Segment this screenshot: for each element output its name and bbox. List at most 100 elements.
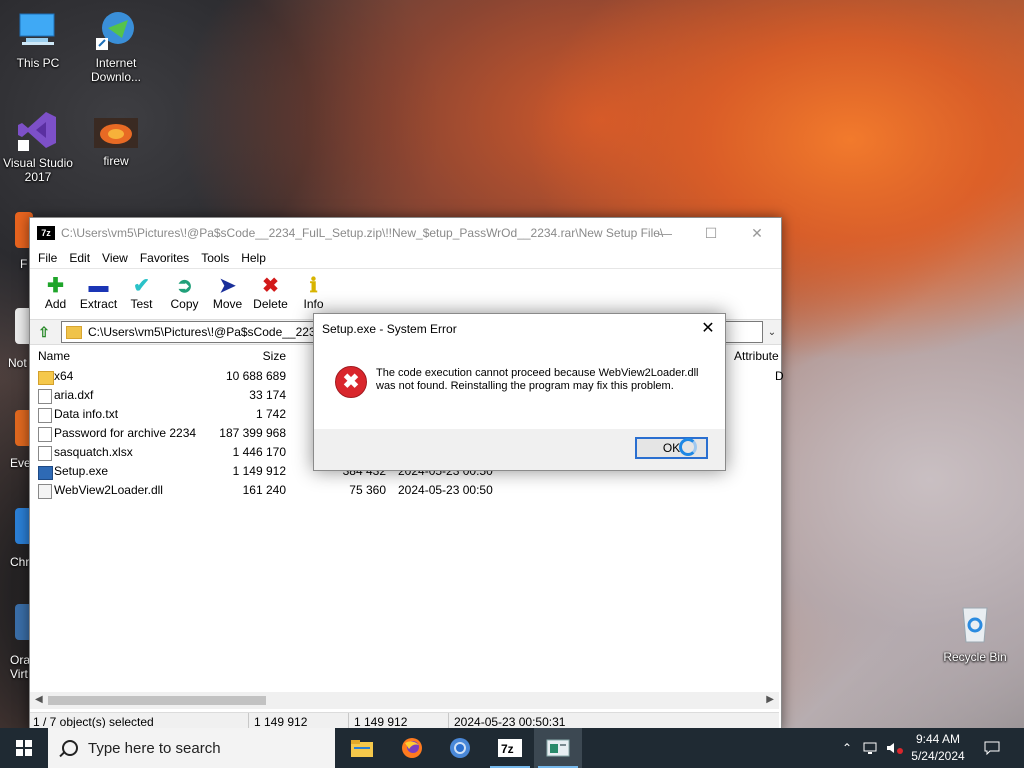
file-explorer-icon	[351, 740, 373, 757]
minimize-button[interactable]: —	[642, 218, 688, 248]
status-size: 1 149 912	[254, 715, 308, 729]
add-button[interactable]: ✚ Add	[34, 269, 77, 319]
dll-icon	[38, 484, 52, 499]
scrollbar-thumb[interactable]	[48, 696, 266, 705]
image-thumbnail-icon	[94, 116, 138, 150]
menu-file[interactable]: File	[32, 251, 63, 265]
desktop-icon-label: Internet Downlo...	[90, 56, 142, 84]
chevron-down-icon: ⌄	[767, 326, 777, 338]
search-icon	[62, 740, 78, 756]
toolbar-label: Info	[303, 297, 324, 311]
toolbar-label: Extract	[79, 297, 118, 311]
address-dropdown[interactable]: ⌄	[763, 327, 781, 338]
delete-button[interactable]: ✖ Delete	[249, 269, 292, 319]
up-arrow-icon: ⇧	[38, 323, 50, 340]
desktop-icon-recycle-bin[interactable]: Recycle Bin	[937, 602, 1013, 664]
menu-edit[interactable]: Edit	[63, 251, 96, 265]
taskbar-setup-window[interactable]	[534, 728, 582, 768]
windows-logo-icon	[16, 740, 32, 756]
menu-view[interactable]: View	[96, 251, 134, 265]
notifications-button[interactable]	[980, 728, 1004, 768]
file-packed-size: 75 360	[349, 483, 386, 497]
folder-icon	[38, 371, 54, 385]
7zip-window[interactable]: 7z C:\Users\vm5\Pictures\!@Pa$sCode__223…	[29, 217, 784, 731]
window-titlebar[interactable]: 7z C:\Users\vm5\Pictures\!@Pa$sCode__223…	[30, 218, 781, 248]
column-attributes[interactable]: Attribute	[734, 349, 779, 363]
close-icon: ✕	[751, 224, 763, 241]
extract-button[interactable]: ▬ Extract	[77, 269, 120, 319]
file-size: 1 149 912	[232, 464, 286, 478]
menu-favorites[interactable]: Favorites	[134, 251, 195, 265]
svg-text:7z: 7z	[501, 742, 514, 756]
move-arrow-icon: ➤	[219, 275, 236, 297]
taskbar-search-box[interactable]: Type here to search	[48, 728, 335, 768]
chevron-up-icon: ⌃	[841, 741, 853, 755]
dialog-footer: OK	[314, 429, 725, 470]
desktop-partial-label: Chr	[10, 555, 30, 569]
desktop-icon-internet-download[interactable]: Internet Downlo...	[78, 8, 154, 84]
start-button[interactable]	[0, 728, 48, 768]
toolbar-label: Delete	[253, 297, 288, 311]
desktop-icon-this-pc[interactable]: This PC	[0, 8, 76, 70]
test-button[interactable]: ✔ Test	[120, 269, 163, 319]
file-icon	[38, 389, 52, 404]
toolbar-label: Move	[212, 297, 243, 311]
file-size: 10 688 689	[225, 369, 286, 383]
file-size: 1 446 170	[232, 445, 286, 459]
plus-icon: ✚	[47, 275, 64, 297]
window-title: C:\Users\vm5\Pictures\!@Pa$sCode__2234_F…	[61, 226, 664, 240]
taskbar-firefox[interactable]	[388, 728, 436, 768]
desktop-partial-label: Ora Virt	[10, 653, 31, 681]
toolbar-label: Copy	[170, 297, 199, 311]
show-hidden-icons-button[interactable]: ⌃	[836, 728, 858, 768]
taskbar-clock[interactable]: 9:44 AM 5/24/2024	[903, 731, 973, 765]
dialog-close-button[interactable]: ✕	[697, 318, 719, 340]
firefox-icon	[402, 738, 422, 758]
computer-icon	[16, 8, 60, 52]
file-name: aria.dxf	[54, 388, 94, 402]
copy-arrow-icon: ➲	[176, 275, 193, 297]
file-size: 33 174	[249, 388, 286, 402]
chrome-icon	[450, 738, 470, 758]
minimize-icon: —	[658, 225, 672, 241]
desktop-icon-visual-studio[interactable]: Visual Studio 2017	[0, 108, 76, 184]
copy-button[interactable]: ➲ Copy	[163, 269, 206, 319]
column-size[interactable]: Size	[196, 349, 286, 363]
delete-x-icon: ✖	[262, 275, 279, 297]
taskbar-7zip[interactable]: 7z	[486, 728, 534, 768]
error-icon: ✖	[335, 366, 367, 398]
menu-help[interactable]: Help	[235, 251, 272, 265]
desktop-icon-label: This PC	[16, 56, 60, 70]
info-button[interactable]: ℹ Info	[292, 269, 335, 319]
up-folder-button[interactable]: ⇧	[33, 321, 55, 343]
file-row[interactable]: WebView2Loader.dll 161 240 75 360 2024-0…	[30, 481, 781, 500]
volume-muted-icon	[887, 743, 903, 754]
taskbar-chrome[interactable]	[436, 728, 484, 768]
setup-window-icon	[546, 739, 570, 757]
file-size: 1 742	[255, 407, 286, 421]
move-button[interactable]: ➤ Move	[206, 269, 249, 319]
ok-button[interactable]: OK	[635, 437, 708, 459]
info-icon: ℹ	[309, 275, 318, 297]
menu-tools[interactable]: Tools	[195, 251, 235, 265]
scroll-left-icon[interactable]: ◀	[35, 694, 43, 705]
file-attr: D	[775, 369, 784, 383]
file-name: Password for archive 2234	[54, 426, 197, 440]
maximize-icon: ☐	[704, 224, 718, 241]
taskbar: Type here to search 7z ⌃ 9:44 AM 5/24/20…	[0, 728, 1024, 768]
status-modified: 2024-05-23 00:50:31	[454, 715, 566, 729]
column-name[interactable]: Name	[38, 349, 70, 363]
close-button[interactable]: ✕	[734, 218, 780, 248]
file-name: Data info.txt	[54, 407, 119, 421]
scroll-right-icon[interactable]: ▶	[766, 694, 774, 705]
notification-icon	[984, 741, 1000, 755]
desktop-icon-firew[interactable]: firew	[78, 116, 154, 168]
desktop-icon-label: Recycle Bin	[943, 650, 1007, 664]
search-placeholder: Type here to search	[88, 739, 221, 757]
desktop-partial-label: F	[20, 257, 28, 271]
system-error-dialog[interactable]: Setup.exe - System Error ✕ ✖ The code ex…	[313, 313, 726, 471]
network-tray-button[interactable]	[860, 728, 882, 768]
maximize-button[interactable]: ☐	[688, 218, 734, 248]
horizontal-scrollbar[interactable]: ◀ ▶	[30, 692, 779, 709]
taskbar-file-explorer[interactable]	[338, 728, 386, 768]
